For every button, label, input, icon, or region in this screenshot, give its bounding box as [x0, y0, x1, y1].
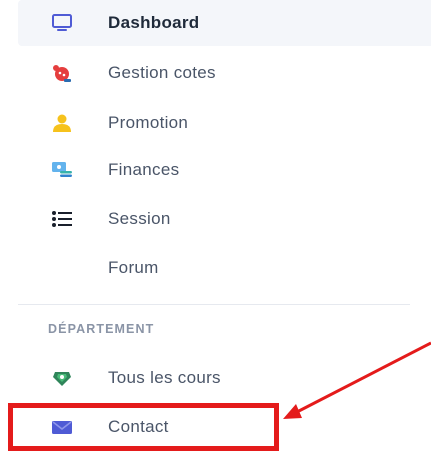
sidebar-item-finances[interactable]: Finances [18, 147, 431, 193]
sidebar-item-gestion-cotes[interactable]: Gestion cotes [18, 50, 431, 96]
user-icon [50, 111, 74, 135]
sidebar-divider [18, 304, 410, 305]
sidebar-item-label: Session [108, 209, 171, 228]
sidebar-item-label: Tous les cours [108, 368, 221, 387]
sidebar-item-label: Promotion [108, 113, 189, 132]
sidebar-item-label: Finances [108, 160, 180, 179]
list-icon [50, 207, 74, 231]
sidebar-item-promotion[interactable]: Promotion [18, 100, 431, 146]
sidebar-item-dashboard[interactable]: Dashboard [18, 0, 431, 46]
sidebar-item-label: Forum [108, 258, 159, 277]
gem-icon [50, 366, 74, 390]
sidebar-item-session[interactable]: Session [18, 196, 431, 242]
bug-icon [50, 61, 74, 85]
section-header-departement: DÉPARTEMENT [48, 322, 155, 336]
sidebar-item-forum[interactable]: Forum [18, 245, 431, 291]
monitor-icon [50, 11, 74, 35]
sidebar-item-label: Dashboard [108, 13, 200, 32]
money-icon [50, 158, 74, 182]
annotation-highlight-box [8, 403, 279, 451]
sidebar-item-label: Gestion cotes [108, 63, 216, 82]
sidebar-menu: Dashboard Gestion cotes Promotion Financ… [0, 0, 431, 452]
sidebar-item-tous-les-cours[interactable]: Tous les cours [18, 355, 431, 401]
